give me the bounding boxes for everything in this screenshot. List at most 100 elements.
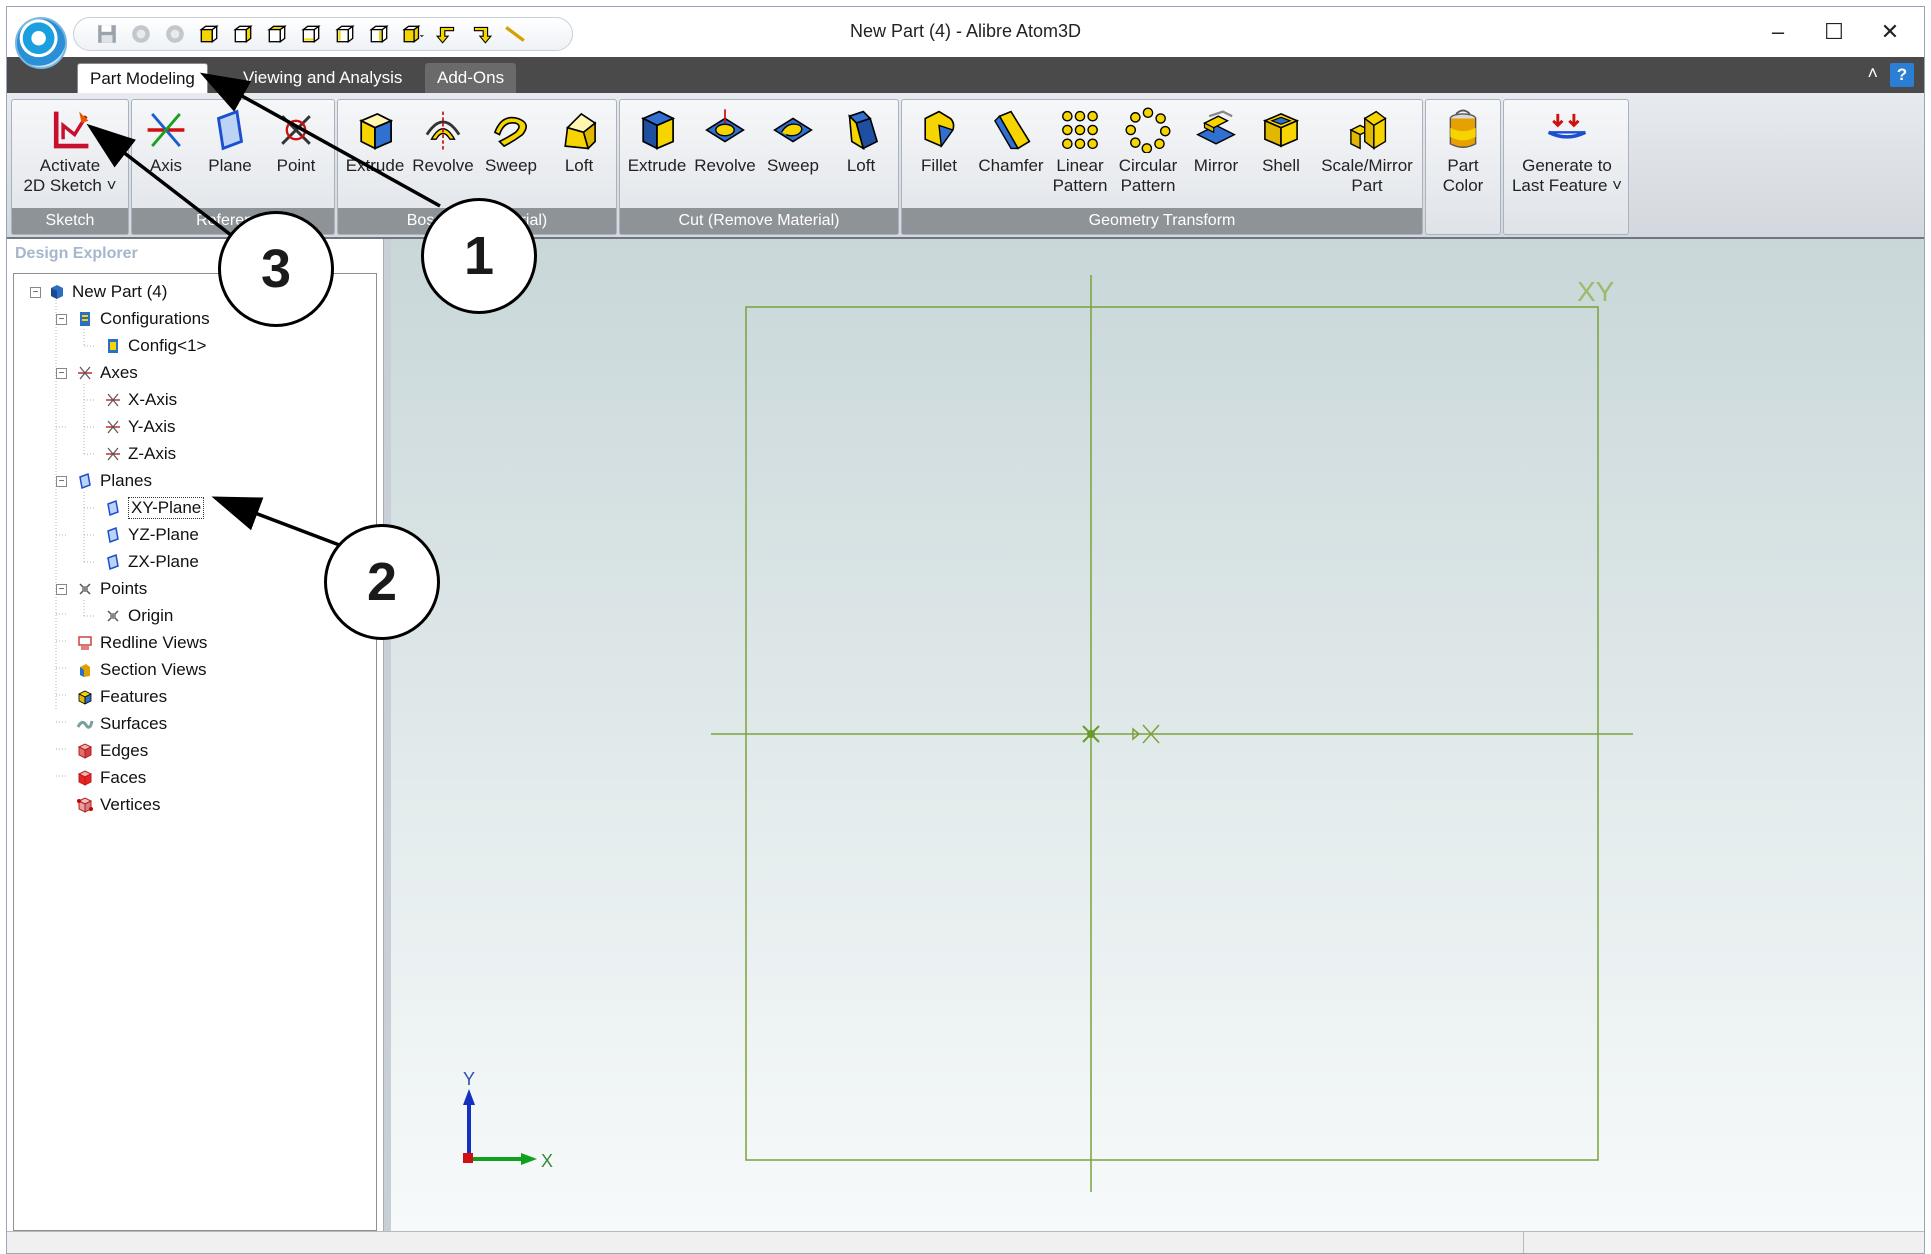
points-icon <box>76 580 94 598</box>
point-button[interactable]: Point <box>268 104 324 176</box>
collapse-planes-toggle[interactable]: − <box>56 476 67 487</box>
tree-node-origin[interactable]: Origin <box>104 604 173 628</box>
cut-sweep-button[interactable]: Sweep <box>760 104 826 176</box>
fillet-button[interactable]: Fillet <box>906 104 972 176</box>
panel-splitter[interactable] <box>383 239 391 1235</box>
linear-pattern-button[interactable]: Linear Pattern <box>1048 104 1112 196</box>
boss-extrude-button[interactable]: Extrude <box>342 104 408 176</box>
tree-connector-lines <box>55 294 94 777</box>
mirror-icon <box>1184 104 1248 156</box>
tree-node-root[interactable]: New Part (4) <box>48 280 167 304</box>
collapse-configurations-toggle[interactable]: − <box>56 314 67 325</box>
mirror-button[interactable]: Mirror <box>1184 104 1248 176</box>
circular-pattern-button[interactable]: Circular Pattern <box>1114 104 1182 196</box>
plane-icon <box>202 104 258 156</box>
collapse-axes-toggle[interactable]: − <box>56 368 67 379</box>
origin-icon <box>104 607 122 625</box>
axis-label: Axis <box>149 156 183 175</box>
faces-icon <box>76 769 94 787</box>
tab-add-ons[interactable]: Add-Ons <box>425 63 517 93</box>
redline-views-label: Redline Views <box>100 633 208 652</box>
tree-node-zx-plane[interactable]: ZX-Plane <box>104 550 199 574</box>
boss-revolve-button[interactable]: Revolve <box>410 104 476 176</box>
application-menu-button[interactable] <box>15 17 67 69</box>
plane-name-label: XY <box>1577 276 1615 307</box>
plane-small-icon <box>104 553 122 571</box>
triad-x-label: X <box>541 1151 553 1171</box>
coordinate-triad-icon: Y X <box>463 1069 553 1171</box>
z-axis-label: Z-Axis <box>128 444 177 463</box>
generate-label-2: Last Feature ˅ <box>1511 176 1623 195</box>
fillet-label: Fillet <box>921 156 957 175</box>
features-label: Features <box>100 687 168 706</box>
part-color-label-1: Part <box>1447 156 1479 175</box>
cut-revolve-button[interactable]: Revolve <box>692 104 758 176</box>
tree-node-xy-plane[interactable]: XY-Plane <box>104 496 205 520</box>
part-color-group: Part Color <box>1425 99 1501 235</box>
cut-loft-button[interactable]: Loft <box>828 104 894 176</box>
collapse-root-toggle[interactable]: − <box>30 287 41 298</box>
tree-node-z-axis[interactable]: Z-Axis <box>104 442 176 466</box>
window-title: New Part (4) - Alibre Atom3D <box>849 21 1082 41</box>
tree-node-y-axis[interactable]: Y-Axis <box>104 415 176 439</box>
plane-small-icon <box>104 499 122 517</box>
linear-pattern-icon <box>1048 104 1112 156</box>
maximize-button[interactable]: ☐ <box>1806 15 1862 49</box>
tree-node-section-views[interactable]: Section Views <box>76 658 206 682</box>
tab-part-modeling[interactable]: Part Modeling <box>77 63 208 93</box>
part-color-button[interactable]: Part Color <box>1430 104 1496 196</box>
paint-can-icon <box>1430 104 1496 156</box>
tree-node-faces[interactable]: Faces <box>76 766 146 790</box>
tree-node-yz-plane[interactable]: YZ-Plane <box>104 523 199 547</box>
cut-extrude-button[interactable]: Extrude <box>624 104 690 176</box>
tree-node-surfaces[interactable]: Surfaces <box>76 712 167 736</box>
geometry-transform-group-label: Geometry Transform <box>902 208 1422 234</box>
section-views-label: Section Views <box>100 660 207 679</box>
y-axis-label: Y-Axis <box>128 417 176 436</box>
generate-to-last-feature-button[interactable]: Generate to Last Feature ˅ <box>1508 104 1626 196</box>
axis-icon <box>138 104 194 156</box>
shell-icon <box>1250 104 1312 156</box>
fillet-icon <box>906 104 972 156</box>
ribbon-collapse-button[interactable]: ˄ <box>1867 63 1878 84</box>
cut-sweep-icon <box>760 104 826 156</box>
tree-node-points[interactable]: Points <box>76 577 147 601</box>
help-button[interactable]: ? <box>1890 63 1914 87</box>
tree-node-configurations[interactable]: Configurations <box>76 307 210 331</box>
axis-button[interactable]: Axis <box>138 104 194 176</box>
tree-node-axes[interactable]: Axes <box>76 361 138 385</box>
status-bar <box>7 1231 1924 1253</box>
faces-label: Faces <box>100 768 147 787</box>
tab-viewing-and-analysis[interactable]: Viewing and Analysis <box>231 63 414 93</box>
scale-mirror-part-button[interactable]: Scale/Mirror Part <box>1314 104 1420 196</box>
plane-button[interactable]: Plane <box>202 104 258 176</box>
axis-small-icon <box>104 391 122 409</box>
boss-loft-button[interactable]: Loft <box>546 104 612 176</box>
chamfer-button[interactable]: Chamfer <box>976 104 1046 176</box>
viewport-canvas: XY Y X <box>463 275 1633 1192</box>
activate-2d-sketch-button[interactable]: Activate 2D Sketch ˅ <box>14 104 126 196</box>
tree-node-redline-views[interactable]: Redline Views <box>76 631 207 655</box>
tree-node-vertices[interactable]: Vertices <box>76 793 160 817</box>
redline-views-icon <box>76 634 94 652</box>
axis-small-icon <box>104 418 122 436</box>
3d-viewport[interactable]: XY Y X <box>391 239 1924 1235</box>
close-button[interactable]: ✕ <box>1862 15 1918 49</box>
xy-plane-label: XY-Plane <box>128 497 205 519</box>
revolve-icon <box>410 104 476 156</box>
plane-small-icon <box>104 526 122 544</box>
tree-node-config1[interactable]: Config<1> <box>104 334 206 358</box>
boss-sweep-button[interactable]: Sweep <box>478 104 544 176</box>
collapse-points-toggle[interactable]: − <box>56 584 67 595</box>
configurations-icon <box>76 310 94 328</box>
tree-node-planes[interactable]: Planes <box>76 469 152 493</box>
tree-node-features[interactable]: Features <box>76 685 167 709</box>
tree-node-x-axis[interactable]: X-Axis <box>104 388 177 412</box>
tree-node-edges[interactable]: Edges <box>76 739 148 763</box>
shell-button[interactable]: Shell <box>1250 104 1312 176</box>
cut-loft-icon <box>828 104 894 156</box>
scale-mirror-part-icon <box>1314 104 1420 156</box>
boss-revolve-label: Revolve <box>412 156 474 175</box>
chamfer-icon <box>976 104 1046 156</box>
minimize-button[interactable]: – <box>1750 15 1806 49</box>
